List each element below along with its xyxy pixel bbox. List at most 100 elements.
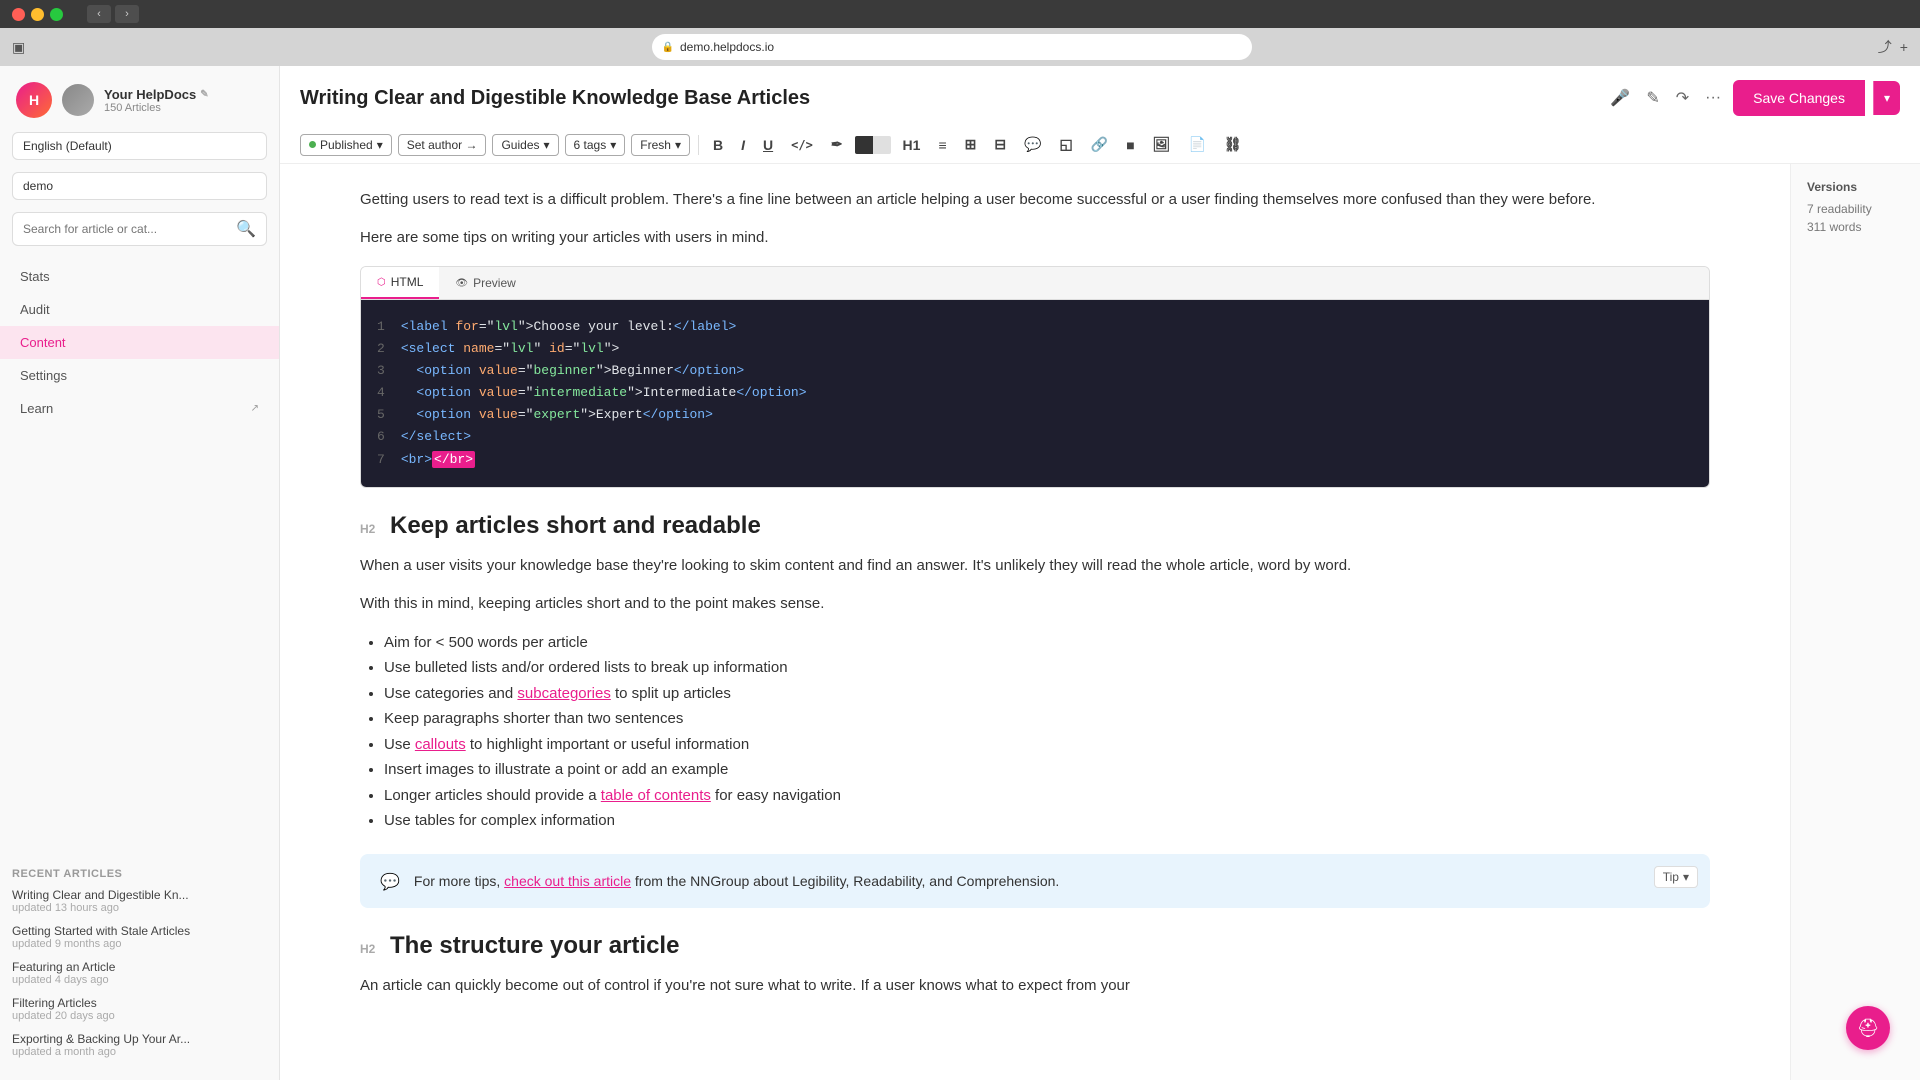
address-bar[interactable]: 🔒 demo.helpdocs.io bbox=[652, 34, 1252, 60]
list-item[interactable]: Getting Started with Stale Articles upda… bbox=[12, 924, 267, 950]
share-button[interactable]: ⤴ bbox=[1878, 37, 1892, 57]
mic-button[interactable]: 🎤 bbox=[1606, 84, 1634, 112]
link-button[interactable]: 🔗 bbox=[1085, 132, 1114, 157]
sidebar-header: H Your HelpDocs ✎ 150 Articles bbox=[0, 66, 279, 126]
code-tabs: ⬡ HTML 👁 Preview bbox=[361, 267, 1709, 300]
sidebar-item-stats[interactable]: Stats bbox=[0, 260, 279, 293]
sidebar-toggle-button[interactable]: ▣ bbox=[12, 39, 25, 56]
code-content: <label for="lvl">Choose your level:</lab… bbox=[401, 316, 1693, 471]
code-editor[interactable]: 1234567 <label for="lvl">Choose your lev… bbox=[361, 300, 1709, 487]
more-button[interactable]: ··· bbox=[1701, 85, 1725, 111]
sidebar-item-learn[interactable]: Learn ↗ bbox=[0, 392, 279, 425]
italic-button[interactable]: I bbox=[735, 133, 751, 157]
edit-button[interactable]: ✎ bbox=[1642, 84, 1663, 112]
list-item: Keep paragraphs shorter than two sentenc… bbox=[384, 706, 1710, 732]
highlight-button[interactable]: ✒ bbox=[825, 132, 849, 157]
section1-paragraph-1: When a user visits your knowledge base t… bbox=[360, 554, 1710, 578]
save-changes-dropdown-button[interactable]: ▾ bbox=[1873, 81, 1900, 115]
comment-button[interactable]: 💬 bbox=[1018, 132, 1047, 157]
site-name: Your HelpDocs ✎ bbox=[104, 87, 209, 102]
code-inline-button[interactable]: </> bbox=[785, 134, 819, 156]
tags-button[interactable]: 6 tags ▾ bbox=[565, 134, 626, 156]
embed-button[interactable]: ⛓ bbox=[1218, 132, 1248, 157]
heading-button[interactable]: H1 bbox=[897, 133, 927, 157]
back-button[interactable]: ‹ bbox=[87, 5, 111, 23]
external-icon: ↗ bbox=[251, 403, 259, 414]
article-title[interactable]: Writing Clear and Digestible Knowledge B… bbox=[300, 87, 810, 110]
file-button[interactable]: 📄 bbox=[1182, 132, 1211, 157]
subcategories-link[interactable]: subcategories bbox=[517, 685, 610, 702]
unordered-list-button[interactable]: ⊞ bbox=[959, 132, 983, 157]
status-badge[interactable]: Published ▾ bbox=[300, 134, 392, 156]
table-button[interactable]: ⊟ bbox=[988, 132, 1012, 157]
tab-preview[interactable]: 👁 Preview bbox=[439, 267, 531, 299]
search-input[interactable] bbox=[23, 222, 230, 236]
sidebar-item-settings[interactable]: Settings bbox=[0, 359, 279, 392]
language-selector[interactable]: English (Default) bbox=[12, 132, 267, 160]
block-button[interactable]: ■ bbox=[1120, 133, 1140, 157]
list-item[interactable]: Writing Clear and Digestible Kn... updat… bbox=[12, 888, 267, 914]
browser-chrome: ▣ 🔒 demo.helpdocs.io ⤴ + bbox=[0, 28, 1920, 66]
recent-articles-section: Recent Articles Writing Clear and Digest… bbox=[0, 856, 279, 1080]
maximize-btn[interactable] bbox=[50, 8, 63, 21]
logo: H bbox=[16, 82, 52, 118]
forward-button[interactable]: ↷ bbox=[1672, 84, 1693, 112]
sidebar: H Your HelpDocs ✎ 150 Articles English (… bbox=[0, 66, 280, 1080]
chevron-down-icon: ▾ bbox=[544, 138, 550, 152]
tip-label[interactable]: Tip ▾ bbox=[1654, 866, 1698, 888]
sidebar-item-content[interactable]: Content bbox=[0, 326, 279, 359]
fresh-button[interactable]: Fresh ▾ bbox=[631, 134, 690, 156]
mac-titlebar: ‹ › bbox=[0, 0, 1920, 28]
new-tab-button[interactable]: + bbox=[1900, 39, 1908, 55]
editor-area: Writing Clear and Digestible Knowledge B… bbox=[280, 66, 1920, 1080]
ordered-list-button[interactable]: ≡ bbox=[932, 133, 952, 157]
lock-icon: 🔒 bbox=[662, 42, 674, 53]
minimize-btn[interactable] bbox=[31, 8, 44, 21]
section1-paragraph-2: With this in mind, keeping articles shor… bbox=[360, 592, 1710, 616]
guides-button[interactable]: Guides ▾ bbox=[492, 134, 558, 156]
editor-content[interactable]: Getting users to read text is a difficul… bbox=[280, 164, 1790, 1080]
close-btn[interactable] bbox=[12, 8, 25, 21]
app-container: H Your HelpDocs ✎ 150 Articles English (… bbox=[0, 66, 1920, 1080]
intro-paragraph-2: Here are some tips on writing your artic… bbox=[360, 226, 1710, 250]
list-item: Use callouts to highlight important or u… bbox=[384, 732, 1710, 758]
chevron-down-icon: ▾ bbox=[1683, 870, 1689, 884]
search-icon: 🔍 bbox=[236, 219, 256, 239]
save-changes-button[interactable]: Save Changes bbox=[1733, 80, 1865, 116]
tip-article-link[interactable]: check out this article bbox=[504, 873, 631, 889]
tab-html[interactable]: ⬡ HTML bbox=[361, 267, 439, 299]
callouts-link[interactable]: callouts bbox=[415, 736, 466, 753]
search-box[interactable]: 🔍 bbox=[12, 212, 267, 246]
list-item[interactable]: Featuring an Article updated 4 days ago bbox=[12, 960, 267, 986]
nav-items: Stats Audit Content Settings Learn ↗ bbox=[0, 252, 279, 433]
color-light-block[interactable] bbox=[873, 136, 891, 154]
project-selector[interactable]: demo bbox=[12, 172, 267, 200]
readability-stat: 7 readability bbox=[1807, 202, 1904, 216]
list-item: Insert images to illustrate a point or a… bbox=[384, 757, 1710, 783]
list-item: Use categories and subcategories to spli… bbox=[384, 681, 1710, 707]
section1-heading: H2 Keep articles short and readable bbox=[360, 512, 1710, 540]
color-dark-block[interactable] bbox=[855, 136, 873, 154]
underline-button[interactable]: U bbox=[757, 133, 779, 157]
bold-button[interactable]: B bbox=[707, 133, 729, 157]
sidebar-item-audit[interactable]: Audit bbox=[0, 293, 279, 326]
user-avatar bbox=[62, 84, 94, 116]
tip-content: For more tips, check out this article fr… bbox=[414, 870, 1690, 892]
set-author-button[interactable]: Set author → bbox=[398, 134, 487, 156]
h2-marker: H2 bbox=[360, 942, 375, 956]
header-actions: 🎤 ✎ ↷ ··· Save Changes ▾ bbox=[1606, 80, 1900, 116]
line-numbers: 1234567 bbox=[377, 316, 385, 471]
callout-button[interactable]: ◱ bbox=[1054, 132, 1079, 157]
tip-icon: 💬 bbox=[380, 872, 400, 892]
floating-help-button[interactable]: ⛑ bbox=[1846, 1006, 1890, 1050]
table-of-contents-link[interactable]: table of contents bbox=[601, 787, 711, 804]
url-text: demo.helpdocs.io bbox=[680, 40, 774, 54]
status-dot bbox=[309, 141, 316, 148]
forward-button[interactable]: › bbox=[115, 5, 139, 23]
color-blocks[interactable] bbox=[855, 136, 891, 154]
chevron-down-icon: ▾ bbox=[610, 138, 616, 152]
list-item[interactable]: Exporting & Backing Up Your Ar... update… bbox=[12, 1032, 267, 1058]
list-item[interactable]: Filtering Articles updated 20 days ago bbox=[12, 996, 267, 1022]
intro-paragraph-1: Getting users to read text is a difficul… bbox=[360, 188, 1710, 212]
image-button[interactable]: 🖼 bbox=[1147, 132, 1177, 157]
